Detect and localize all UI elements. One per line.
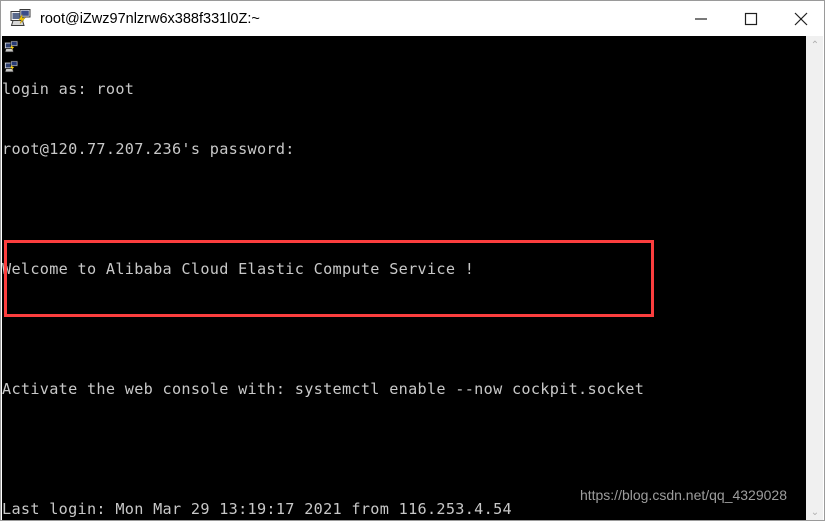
minimize-button[interactable] [676,2,726,36]
terminal-line: login as: root [2,80,135,98]
window-controls [676,1,824,36]
terminal-output: login as: root root@120.77.207.236's pas… [2,39,809,520]
putty-terminal-window: root@iZwz97nlzrw6x388f331l0Z:~ login as:… [0,0,825,521]
putty-terminal-icon [10,8,32,29]
maximize-button[interactable] [726,2,776,36]
close-button[interactable] [776,2,824,36]
putty-mini-icon [4,60,19,75]
scroll-up-icon[interactable]: ⌃ [807,36,823,54]
window-title: root@iZwz97nlzrw6x388f331l0Z:~ [40,10,260,27]
terminal-screen[interactable]: login as: root root@120.77.207.236's pas… [2,36,809,520]
watermark-text: https://blog.csdn.net/qq_4329028 [579,487,787,503]
terminal-line: root@120.77.207.236's password: [2,140,295,158]
putty-mini-icon [4,40,19,55]
terminal-scrollbar[interactable]: ⌃ ⌄ [806,36,823,520]
scroll-down-icon[interactable]: ⌄ [807,503,823,520]
window-titlebar[interactable]: root@iZwz97nlzrw6x388f331l0Z:~ [1,1,824,36]
terminal-line: Activate the web console with: systemctl… [2,380,645,398]
terminal-line: Welcome to Alibaba Cloud Elastic Compute… [2,260,475,278]
